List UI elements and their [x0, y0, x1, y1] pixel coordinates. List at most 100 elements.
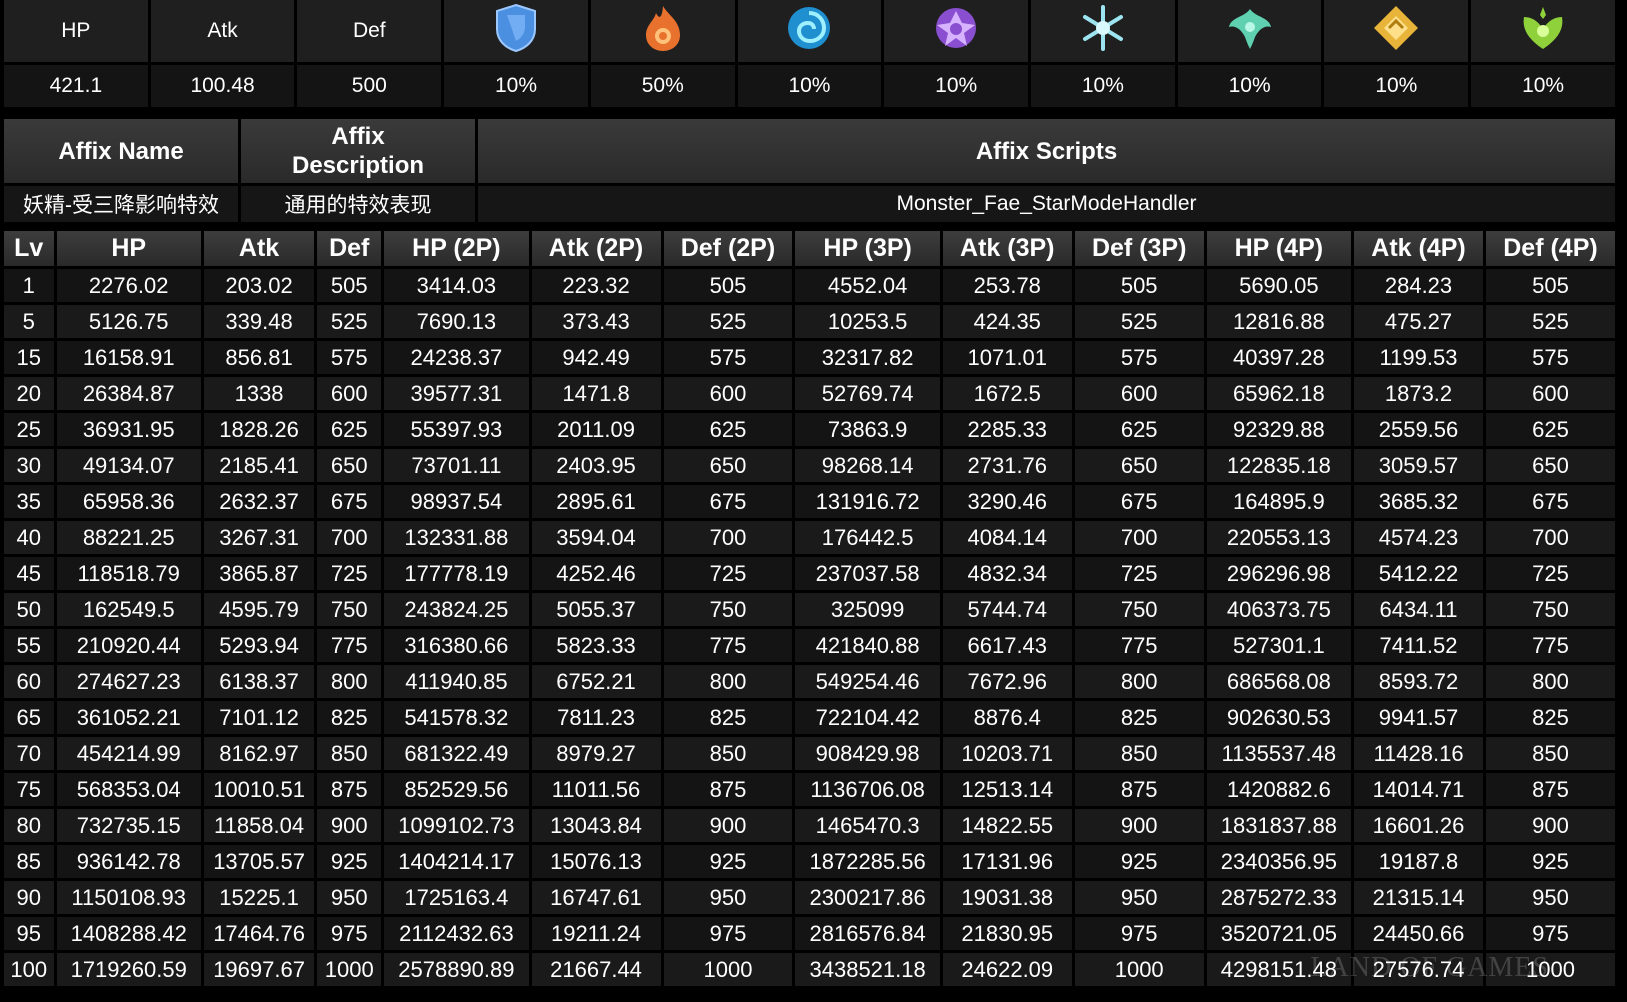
table-cell: 4552.04: [795, 269, 940, 302]
table-cell: 8593.72: [1354, 665, 1483, 698]
table-cell: 505: [1074, 269, 1204, 302]
table-cell: 3414.03: [384, 269, 529, 302]
table-cell: 45: [4, 557, 54, 590]
table-cell: 75: [4, 773, 54, 806]
table-cell: 203.02: [203, 269, 315, 302]
table-cell: 625: [1485, 413, 1615, 446]
table-cell: 686568.08: [1206, 665, 1352, 698]
table-cell: 908429.98: [795, 737, 940, 770]
table-cell: 210920.44: [56, 629, 201, 662]
table-cell: 27576.74: [1354, 953, 1483, 986]
table-cell: 39577.31: [384, 377, 529, 410]
table-cell: 98268.14: [795, 449, 940, 482]
table-cell: 800: [317, 665, 382, 698]
column-header: Def (2P): [663, 231, 793, 266]
table-cell: 575: [1485, 341, 1615, 374]
table-cell: 55397.93: [384, 413, 529, 446]
res-header-anemo: [1177, 0, 1322, 62]
table-cell: 40397.28: [1206, 341, 1352, 374]
table-cell: 60: [4, 665, 54, 698]
table-cell: 8162.97: [203, 737, 315, 770]
table-row: 80 732735.15 11858.04 900 1099102.73 13043.84…: [4, 809, 1615, 842]
table-cell: 700: [663, 521, 793, 554]
table-row: 95 1408288.42 17464.76 975 2112432.63 19211.2…: [4, 917, 1615, 950]
table-cell: 900: [1074, 809, 1204, 842]
table-cell: 11428.16: [1354, 737, 1483, 770]
table-cell: 725: [663, 557, 793, 590]
table-cell: 65958.36: [56, 485, 201, 518]
table-cell: 975: [317, 917, 382, 950]
table-cell: 176442.5: [795, 521, 940, 554]
table-cell: 800: [1074, 665, 1204, 698]
table-cell: 19031.38: [942, 881, 1072, 914]
table-cell: 825: [1074, 701, 1204, 734]
table-cell: 875: [663, 773, 793, 806]
table-cell: 725: [317, 557, 382, 590]
table-cell: 49134.07: [56, 449, 201, 482]
table-cell: 5690.05: [1206, 269, 1352, 302]
table-cell: 118518.79: [56, 557, 201, 590]
table-cell: 675: [1485, 485, 1615, 518]
table-cell: 475.27: [1354, 305, 1483, 338]
table-cell: 316380.66: [384, 629, 529, 662]
table-cell: 7411.52: [1354, 629, 1483, 662]
table-cell: 1420882.6: [1206, 773, 1352, 806]
table-cell: 3267.31: [203, 521, 315, 554]
table-cell: 925: [1485, 845, 1615, 878]
table-cell: 5055.37: [531, 593, 661, 626]
stat-header-hp: HP: [4, 0, 148, 62]
table-cell: 131916.72: [795, 485, 940, 518]
table-cell: 650: [1074, 449, 1204, 482]
table-cell: 625: [1074, 413, 1204, 446]
table-row: 40 88221.25 3267.31 700 132331.88 3594.04 700 1…: [4, 521, 1615, 554]
table-cell: 775: [1074, 629, 1204, 662]
table-cell: 850: [1074, 737, 1204, 770]
geo-icon: [1371, 3, 1421, 53]
table-cell: 454214.99: [56, 737, 201, 770]
table-cell: 85: [4, 845, 54, 878]
table-cell: 950: [1074, 881, 1204, 914]
table-cell: 253.78: [942, 269, 1072, 302]
table-cell: 4252.46: [531, 557, 661, 590]
level-stats-table: Lv HP Atk Def HP (2P) Atk (2P) Def (2P) …: [1, 228, 1618, 989]
res-header-dendro: [1471, 0, 1615, 62]
table-cell: 950: [317, 881, 382, 914]
stat-value-hp: 421.1: [4, 65, 148, 107]
table-cell: 732735.15: [56, 809, 201, 842]
table-cell: 800: [663, 665, 793, 698]
table-cell: 6138.37: [203, 665, 315, 698]
table-cell: 284.23: [1354, 269, 1483, 302]
table-cell: 6752.21: [531, 665, 661, 698]
table-cell: 2559.56: [1354, 413, 1483, 446]
stat-header-atk: Atk: [150, 0, 295, 62]
table-cell: 950: [663, 881, 793, 914]
table-cell: 825: [663, 701, 793, 734]
table-cell: 339.48: [203, 305, 315, 338]
table-row: 55 210920.44 5293.94 775 316380.66 5823.33 775…: [4, 629, 1615, 662]
table-cell: 36931.95: [56, 413, 201, 446]
table-cell: 675: [663, 485, 793, 518]
table-cell: 237037.58: [795, 557, 940, 590]
table-cell: 19697.67: [203, 953, 315, 986]
stat-header-def: Def: [297, 0, 442, 62]
table-cell: 1000: [1074, 953, 1204, 986]
table-cell: 32317.82: [795, 341, 940, 374]
page: HP Atk Def 421.1 100.48 500 10% 50% 10% …: [4, 0, 1618, 989]
res-header-cryo: [1031, 0, 1175, 62]
table-cell: 5: [4, 305, 54, 338]
table-row: 90 1150108.93 15225.1 950 1725163.4 16747.61 9…: [4, 881, 1615, 914]
table-row: 65 361052.21 7101.12 825 541578.32 7811.23 825…: [4, 701, 1615, 734]
table-cell: 16747.61: [531, 881, 661, 914]
table-cell: 1000: [663, 953, 793, 986]
table-cell: 24238.37: [384, 341, 529, 374]
table-row: 1 2276.02 203.02 505 3414.03 223.32 505 4552.04…: [4, 269, 1615, 302]
table-cell: 12816.88: [1206, 305, 1352, 338]
table-cell: 1672.5: [942, 377, 1072, 410]
table-cell: 10203.71: [942, 737, 1072, 770]
table-row: 15 16158.91 856.81 575 24238.37 942.49 575 3231…: [4, 341, 1615, 374]
table-cell: 925: [1074, 845, 1204, 878]
column-header: Def: [317, 231, 382, 266]
table-cell: 8876.4: [942, 701, 1072, 734]
table-cell: 177778.19: [384, 557, 529, 590]
table-cell: 98937.54: [384, 485, 529, 518]
